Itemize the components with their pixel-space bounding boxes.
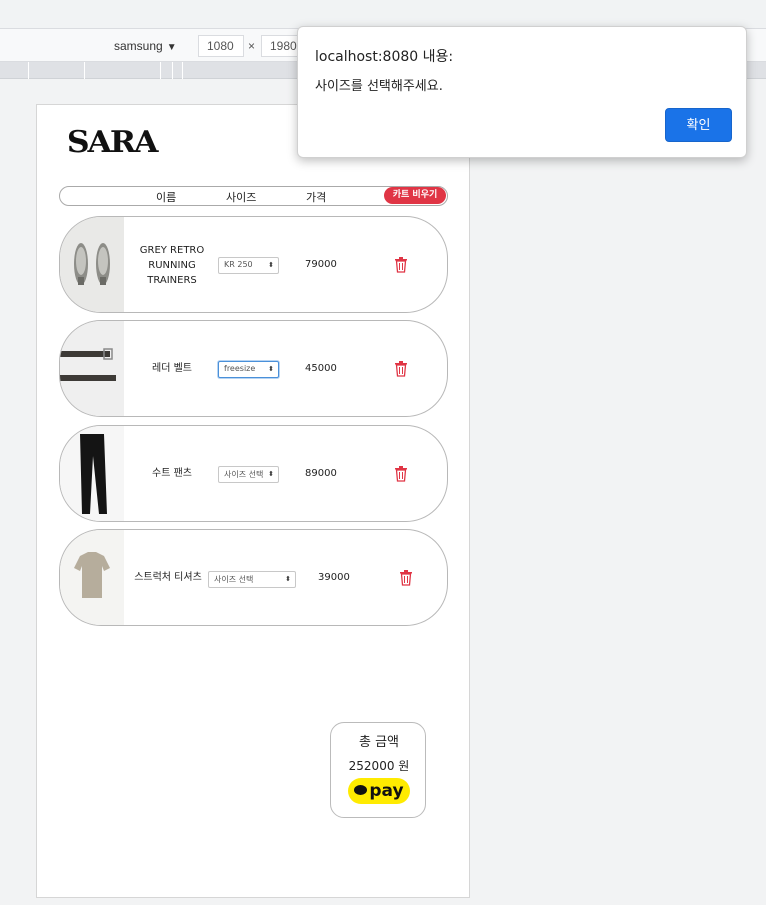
browser-top-strip [0,0,766,28]
dimension-separator: × [248,39,256,53]
select-arrow-icon: ⬍ [268,261,274,269]
size-select[interactable]: KR 250 ⬍ [218,257,279,274]
size-select[interactable]: 사이즈 선택 ⬍ [208,571,296,588]
ruler-tick [160,62,161,79]
device-width-input[interactable]: 1080 [198,35,244,57]
total-amount: 252000 원 [348,759,410,773]
total-label: 총 금액 [358,735,399,750]
alert-origin: localhost:8080 내용: [315,49,454,65]
ruler-tick [172,62,173,79]
belt-thumbnail[interactable] [60,321,124,416]
device-select[interactable]: samsung ▼ [114,39,177,53]
trash-icon[interactable] [394,361,408,377]
item-name: GREY RETRO RUNNING TRAINERS [139,245,205,286]
cart-item: 레더 벨트 freesize ⬍ 45000 [59,320,448,417]
ruler-tick [182,62,183,79]
header-price: 가격 [306,191,327,204]
trash-icon[interactable] [394,466,408,482]
kakaopay-button[interactable]: pay [348,778,410,804]
size-select-value: 사이즈 선택 [214,575,254,584]
pants-thumbnail[interactable] [60,426,124,521]
device-name: samsung [114,39,163,53]
item-price: 89000 [305,468,337,479]
size-select[interactable]: freesize ⬍ [218,361,279,378]
select-arrow-icon: ⬍ [268,365,274,373]
size-select-value: KR 250 [224,260,253,269]
size-select[interactable]: 사이즈 선택 ⬍ [218,466,279,483]
total-box: 총 금액 252000 원 pay [330,722,426,818]
header-size: 사이즈 [226,191,257,204]
speech-bubble-icon [354,785,368,795]
trash-icon[interactable] [399,570,413,586]
item-name: 스트럭처 티셔츠 [134,572,202,583]
size-select-value: 사이즈 선택 [224,470,264,479]
alert-ok-button[interactable]: 확인 [665,108,732,142]
caret-down-icon: ▼ [166,42,177,53]
brand-logo[interactable]: SARA [67,125,159,160]
pay-label: pay [369,781,404,801]
cart-item: 스트럭처 티셔츠 사이즈 선택 ⬍ 39000 [59,529,448,626]
cart-item: GREY RETRO RUNNING TRAINERS KR 250 ⬍ 7900… [59,216,448,313]
clear-cart-button[interactable]: 카트 비우기 [384,187,446,204]
size-select-value: freesize [224,364,256,373]
item-price: 79000 [305,259,337,270]
trash-icon[interactable] [394,257,408,273]
cart-header: 이름 사이즈 가격 카트 비우기 [59,186,448,206]
sneaker-thumbnail[interactable] [60,217,124,312]
alert-dialog: localhost:8080 내용: 사이즈를 선택해주세요. 확인 [297,26,747,158]
header-name: 이름 [156,191,177,204]
tshirt-thumbnail[interactable] [60,530,124,625]
cart-page: SARA 이름 사이즈 가격 카트 비우기 GREY RETRO RUNNING… [36,104,470,898]
item-name: 수트 팬츠 [152,468,192,479]
cart-item: 수트 팬츠 사이즈 선택 ⬍ 89000 [59,425,448,522]
ruler-tick [84,62,85,79]
item-name: 레더 벨트 [152,363,192,374]
ruler-tick [28,62,29,79]
alert-message: 사이즈를 선택해주세요. [315,79,443,94]
select-arrow-icon: ⬍ [285,575,291,583]
select-arrow-icon: ⬍ [268,470,274,478]
item-price: 39000 [318,572,350,583]
item-price: 45000 [305,363,337,374]
